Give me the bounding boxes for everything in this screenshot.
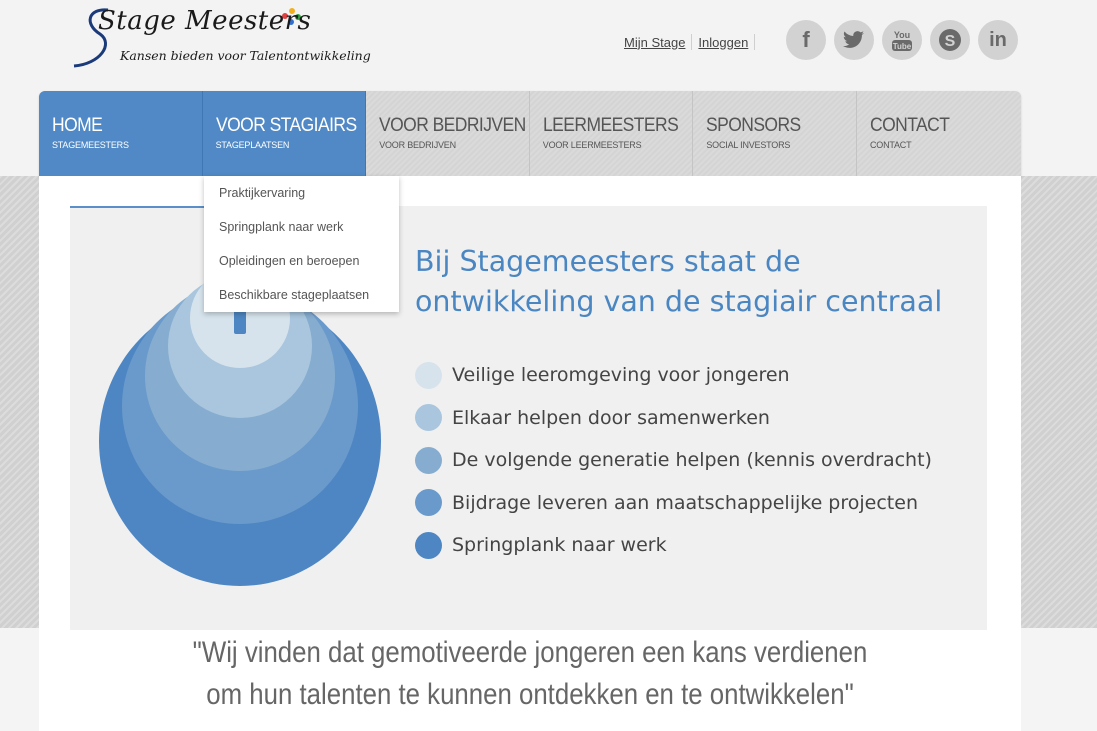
logo-name: Stage Meesters [98,6,312,36]
svg-text:You: You [894,30,910,40]
legend-item: Bijdrage leveren aan maatschappelijke pr… [415,482,932,525]
link-separator [754,34,756,50]
nav-sublabel: CONTACT [869,140,912,150]
nav-sublabel: VOOR LEERMEESTERS [542,140,642,150]
nav-home[interactable]: HOME STAGEMEESTERS [39,91,203,176]
linkedin-icon[interactable]: in [978,20,1018,60]
legend-dot-icon [415,446,442,474]
svg-text:S: S [945,33,956,50]
nav-sublabel: STAGEMEESTERS [52,140,129,150]
svg-text:Tube: Tube [893,42,912,51]
mijn-stage-link[interactable]: Mijn Stage [618,35,691,50]
facebook-icon[interactable]: f [786,20,826,60]
nav-label: VOOR BEDRIJVEN [379,115,526,136]
account-links: Mijn Stage Inloggen [618,34,756,50]
legend-text: Bijdrage leveren aan maatschappelijke pr… [452,491,918,514]
mission-quote: "Wij vinden dat gemotiveerde jongeren ee… [108,632,953,716]
dropdown-item-opleidingen[interactable]: Opleidingen en beroepen [204,244,399,278]
stagiairs-dropdown-menu: Praktijkervaring Springplank naar werk O… [204,176,399,312]
nav-sublabel: VOOR BEDRIJVEN [379,140,456,150]
nav-sublabel: SOCIAL INVESTORS [706,140,791,150]
nav-voor-bedrijven[interactable]: VOOR BEDRIJVEN VOOR BEDRIJVEN [366,91,530,176]
nav-leermeesters[interactable]: LEERMEESTERS VOOR LEERMEESTERS [529,91,694,176]
legend-item: De volgende generatie helpen (kennis ove… [415,439,932,482]
nav-label: HOME [52,115,103,136]
site-logo[interactable]: Stage Meesters Kansen bieden voor Talent… [70,4,371,76]
youtube-logo-icon: You Tube [892,30,912,51]
logo-tagline: Kansen bieden voor Talentontwikkeling [120,48,371,63]
banner-heading-line1: Bij Stagemeesters staat de [415,245,801,278]
legend-dot-icon [415,404,442,432]
quote-line1: "Wij vinden dat gemotiveerde jongeren ee… [192,636,868,669]
legend-text: De volgende generatie helpen (kennis ove… [452,449,932,472]
legend-dot-icon [415,361,442,389]
skype-logo-icon: S [939,29,961,51]
legend-item: Elkaar helpen door samenwerken [415,397,932,440]
skype-icon[interactable]: S [930,20,970,60]
legend-dot-icon [415,531,442,559]
dropdown-item-praktijkervaring[interactable]: Praktijkervaring [204,176,399,210]
legend-item: Veilige leeromgeving voor jongeren [415,354,932,397]
nav-label: CONTACT [869,115,950,136]
nav-sponsors[interactable]: SPONSORS SOCIAL INVESTORS [693,91,857,176]
banner-legend: Veilige leeromgeving voor jongeren Elkaa… [415,354,932,567]
legend-dot-icon [415,489,442,517]
twitter-icon[interactable] [834,20,874,60]
legend-item: Springplank naar werk [415,524,932,567]
social-links: f You Tube S in [786,20,1018,60]
nav-voor-stagiairs[interactable]: VOOR STAGIAIRS STAGEPLAATSEN [202,91,367,176]
main-navigation: HOME STAGEMEESTERS VOOR STAGIAIRS STAGEP… [39,91,1021,176]
dropdown-item-stageplaatsen[interactable]: Beschikbare stageplaatsen [204,278,399,312]
nav-sublabel: STAGEPLAATSEN [215,140,290,150]
nav-label: LEERMEESTERS [542,115,679,136]
nav-label: VOOR STAGIAIRS [215,115,357,136]
twitter-bird-icon [843,31,864,48]
nav-contact[interactable]: CONTACT CONTACT [856,91,1021,176]
banner-heading-line2: ontwikkeling van de stagiair centraal [415,285,943,318]
legend-text: Veilige leeromgeving voor jongeren [452,364,790,387]
banner-heading: Bij Stagemeesters staat de ontwikkeling … [415,242,985,322]
inloggen-link[interactable]: Inloggen [692,35,754,50]
accent-line [70,206,204,208]
nav-label: SPONSORS [706,115,802,136]
legend-text: Elkaar helpen door samenwerken [452,406,770,429]
quote-line2: om hun talenten te kunnen ontdekken en t… [206,678,854,711]
youtube-icon[interactable]: You Tube [882,20,922,60]
dropdown-item-springplank[interactable]: Springplank naar werk [204,210,399,244]
legend-text: Springplank naar werk [452,534,667,557]
